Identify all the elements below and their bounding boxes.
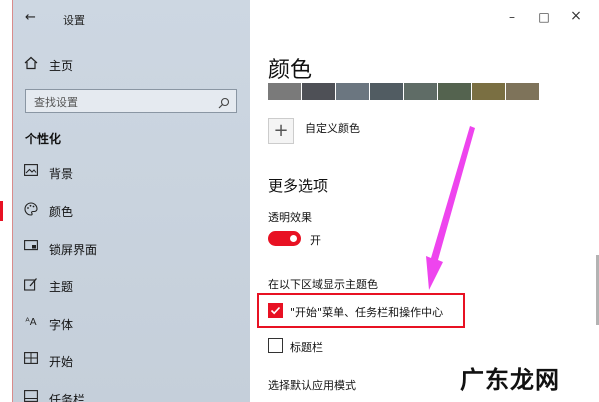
palette-icon [23, 202, 39, 218]
color-swatch[interactable] [404, 83, 437, 100]
sidebar-item-home[interactable]: 主页 [13, 47, 250, 83]
sidebar-item-label: 任务栏 [49, 393, 86, 402]
transparency-toggle[interactable] [268, 231, 301, 246]
custom-color-label: 自定义颜色 [305, 122, 360, 135]
settings-window: ← 设置 主页 个性化 背景 颜色 [0, 0, 599, 402]
start-taskbar-checkbox-label: "开始"菜单、任务栏和操作中心 [290, 306, 444, 319]
titlebar-checkbox[interactable] [268, 338, 283, 353]
sidebar-item-themes[interactable]: 主题 [13, 268, 250, 304]
color-swatch[interactable] [506, 83, 539, 100]
start-icon [23, 352, 39, 368]
sidebar-item-label: 背景 [49, 167, 74, 181]
more-options-heading: 更多选项 [268, 177, 329, 195]
minimize-button[interactable]: – [502, 10, 522, 24]
color-swatch[interactable] [438, 83, 471, 100]
home-icon [23, 56, 39, 72]
accent-surfaces-label: 在以下区域显示主题色 [268, 278, 378, 291]
sidebar-item-label: 主页 [49, 59, 74, 73]
transparency-label: 透明效果 [268, 211, 312, 224]
color-swatch[interactable] [268, 83, 301, 100]
start-taskbar-checkbox[interactable] [268, 303, 283, 318]
search-field[interactable] [25, 89, 237, 114]
search-input[interactable] [26, 90, 216, 114]
theme-icon [23, 277, 39, 293]
transparency-state: 开 [310, 234, 321, 247]
content-pane: – □ × 颜色 + 自定义颜色 更多选项 透明效果 开 在以下区域显示主题色 [250, 0, 599, 402]
sidebar-item-label: 字体 [49, 318, 74, 332]
taskbar-icon [23, 390, 39, 402]
color-swatch[interactable] [370, 83, 403, 100]
sidebar-item-label: 开始 [49, 355, 74, 369]
color-swatch[interactable] [336, 83, 369, 100]
plus-icon: + [273, 120, 289, 141]
back-arrow-icon[interactable]: ← [25, 10, 36, 25]
sidebar-item-start[interactable]: 开始 [13, 343, 250, 379]
search-icon[interactable] [218, 94, 230, 109]
sidebar-item-fonts[interactable]: ᴬA 字体 [13, 306, 250, 342]
maximize-button[interactable]: □ [534, 10, 554, 24]
font-icon: ᴬA [25, 317, 37, 328]
sidebar-item-taskbar[interactable]: 任务栏 [13, 381, 250, 402]
sidebar-item-background[interactable]: 背景 [13, 155, 250, 191]
watermark-text: 广东龙网 [460, 366, 560, 394]
window-title: 设置 [63, 14, 85, 27]
custom-color-button[interactable]: + [268, 118, 294, 144]
sidebar-item-colors[interactable]: 颜色 [0, 193, 250, 229]
image-icon [23, 164, 39, 180]
sidebar-item-label: 主题 [49, 280, 74, 294]
sidebar-item-label: 颜色 [49, 205, 74, 219]
sidebar: ← 设置 主页 个性化 背景 颜色 [0, 0, 250, 402]
section-title: 个性化 [25, 132, 62, 146]
sidebar-item-label: 锁屏界面 [49, 243, 98, 257]
lock-screen-icon [23, 240, 39, 256]
sidebar-item-lock-screen[interactable]: 锁屏界面 [13, 231, 250, 267]
titlebar-checkbox-label: 标题栏 [290, 341, 323, 354]
app-mode-label: 选择默认应用模式 [268, 379, 356, 392]
checkmark-icon [270, 306, 281, 315]
page-title: 颜色 [268, 58, 313, 83]
color-swatch[interactable] [302, 83, 335, 100]
close-button[interactable]: × [566, 8, 586, 24]
toggle-knob [290, 235, 297, 242]
title-bar: ← 设置 [13, 0, 250, 40]
color-swatch[interactable] [472, 83, 505, 100]
